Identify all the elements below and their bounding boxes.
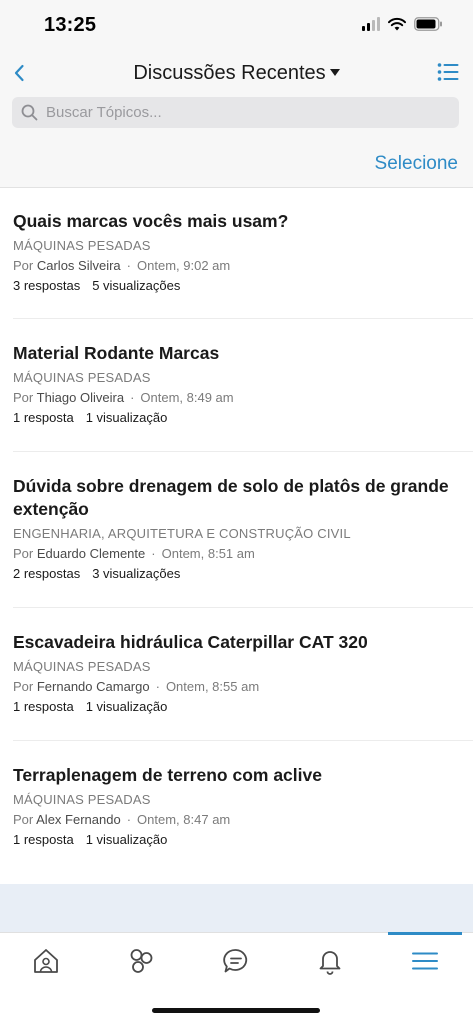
search-input[interactable]	[46, 104, 446, 121]
select-button[interactable]: Selecione	[375, 153, 458, 175]
topic-replies: 1 resposta	[13, 410, 74, 425]
list-view-button[interactable]	[437, 62, 459, 82]
topic-stats: 3 respostas 5 visualizações	[13, 278, 461, 294]
topic-category: MÁQUINAS PESADAS	[13, 370, 151, 385]
topic-stats: 1 resposta 1 visualização	[13, 832, 461, 848]
topic-replies: 1 resposta	[13, 832, 74, 847]
topic-item[interactable]: Dúvida sobre drenagem de solo de platôs …	[0, 452, 473, 607]
title-dropdown[interactable]: Discussões Recentes	[0, 62, 473, 85]
topic-views: 1 visualização	[85, 699, 168, 714]
tab-groups[interactable]	[121, 943, 161, 979]
topic-meta: Por Fernando Camargo · Ontem, 8:55 am	[13, 679, 260, 694]
tab-menu[interactable]	[405, 943, 445, 979]
status-time: 13:25	[44, 14, 97, 36]
topic-meta: Por Carlos Silveira · Ontem, 9:02 am	[13, 258, 231, 273]
tab-notifications[interactable]	[310, 943, 350, 979]
menu-icon	[412, 952, 438, 970]
topic-time: Ontem, 8:51 am	[161, 546, 255, 561]
active-tab-indicator	[388, 932, 462, 935]
topic-views: 5 visualizações	[92, 278, 181, 293]
topic-views: 3 visualizações	[92, 566, 181, 581]
topic-meta: Por Eduardo Clemente · Ontem, 8:51 am	[13, 546, 255, 561]
by-label: Por	[13, 390, 34, 405]
topic-time: Ontem, 9:02 am	[137, 258, 231, 273]
topic-category: MÁQUINAS PESADAS	[13, 792, 151, 807]
chat-icon	[223, 949, 248, 973]
topic-time: Ontem, 8:49 am	[140, 390, 234, 405]
topic-stats: 1 resposta 1 visualização	[13, 410, 461, 426]
topic-title: Material Rodante Marcas	[13, 343, 220, 363]
topic-author[interactable]: Fernando Camargo	[37, 679, 150, 694]
search-icon	[21, 104, 38, 121]
topic-views: 1 visualização	[85, 410, 168, 425]
list-icon	[437, 63, 459, 81]
home-icon	[34, 949, 58, 973]
topic-replies: 1 resposta	[13, 699, 74, 714]
by-label: Por	[13, 258, 34, 273]
by-label: Por	[13, 812, 34, 827]
topic-views: 1 visualização	[85, 832, 168, 847]
tab-home[interactable]	[26, 943, 66, 979]
signal-icon	[362, 17, 380, 31]
status-icons	[362, 17, 443, 31]
tab-chat[interactable]	[216, 943, 256, 979]
topic-item[interactable]: Quais marcas vocês mais usam? MÁQUINAS P…	[0, 188, 473, 318]
topic-item[interactable]: Material Rodante Marcas MÁQUINAS PESADAS…	[0, 319, 473, 451]
topic-author[interactable]: Carlos Silveira	[37, 258, 121, 273]
topic-item[interactable]: Escavadeira hidráulica Caterpillar CAT 3…	[0, 608, 473, 740]
groups-icon	[130, 949, 153, 973]
topic-author[interactable]: Alex Fernando	[36, 812, 121, 827]
home-indicator	[152, 1008, 320, 1013]
topic-replies: 2 respostas	[13, 566, 81, 581]
topic-stats: 1 resposta 1 visualização	[13, 699, 461, 715]
page-title: Discussões Recentes	[133, 62, 326, 84]
topic-category: MÁQUINAS PESADAS	[13, 238, 151, 253]
topic-author[interactable]: Eduardo Clemente	[37, 546, 145, 561]
topic-title: Dúvida sobre drenagem de solo de platôs …	[13, 476, 449, 519]
topic-time: Ontem, 8:47 am	[137, 812, 231, 827]
status-bar: 13:25	[0, 0, 473, 52]
battery-icon	[414, 17, 442, 31]
topic-title: Escavadeira hidráulica Caterpillar CAT 3…	[13, 632, 368, 652]
topic-list: Quais marcas vocês mais usam? MÁQUINAS P…	[0, 188, 473, 870]
topic-item[interactable]: Terraplenagem de terreno com aclive MÁQU…	[0, 741, 473, 870]
bell-icon	[319, 951, 341, 975]
topic-replies: 3 respostas	[13, 278, 81, 293]
by-label: Por	[13, 546, 34, 561]
topic-stats: 2 respostas 3 visualizações	[13, 566, 461, 582]
wifi-icon	[388, 17, 406, 31]
topic-time: Ontem, 8:55 am	[165, 679, 260, 694]
topic-meta: Por Thiago Oliveira · Ontem, 8:49 am	[13, 390, 234, 405]
topic-title: Terraplenagem de terreno com aclive	[13, 765, 322, 785]
search-box[interactable]	[12, 97, 459, 128]
by-label: Por	[13, 679, 34, 694]
caret-down-icon	[329, 69, 340, 77]
topic-category: ENGENHARIA, ARQUITETURA E CONSTRUÇÃO CIV…	[13, 526, 351, 541]
list-footer-area	[0, 884, 473, 932]
topic-author[interactable]: Thiago Oliveira	[37, 390, 124, 405]
topic-title: Quais marcas vocês mais usam?	[13, 211, 289, 231]
topic-meta: Por Alex Fernando · Ontem, 8:47 am	[13, 812, 231, 827]
topic-category: MÁQUINAS PESADAS	[13, 659, 151, 674]
header: Discussões Recentes Selecione	[0, 52, 473, 188]
